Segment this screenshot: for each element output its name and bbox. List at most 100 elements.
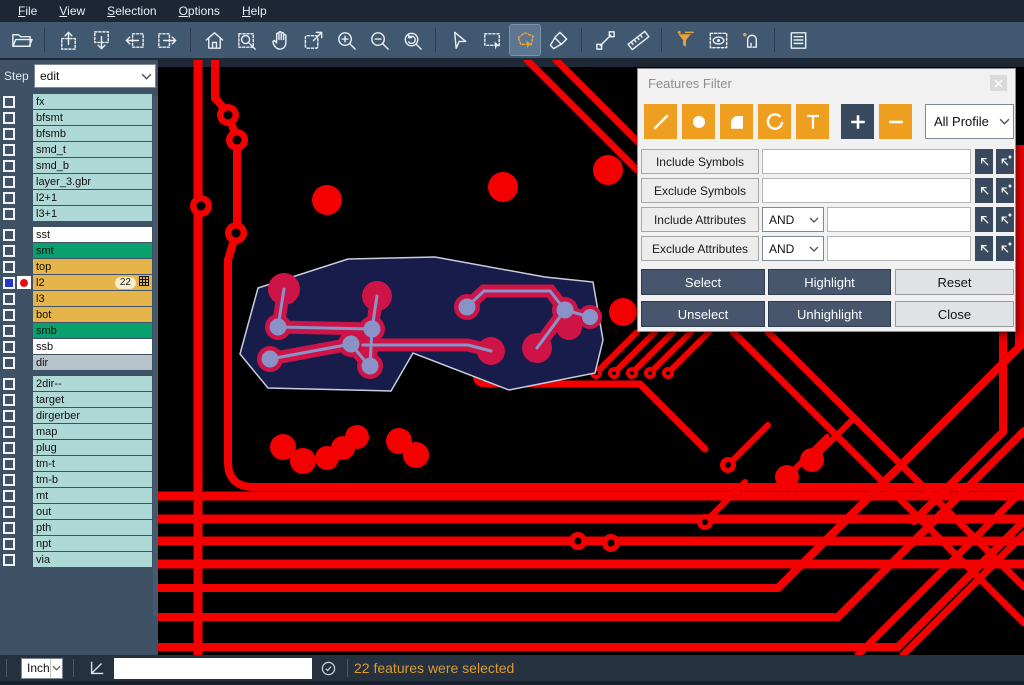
layer-row-l2+1[interactable]: l2+1 xyxy=(0,190,158,205)
view-options-tool-button[interactable] xyxy=(703,25,733,55)
exclude-attributes-input[interactable] xyxy=(827,236,971,261)
layer-name-cell[interactable]: ssb xyxy=(33,339,152,354)
active-layer-slot[interactable] xyxy=(17,207,31,220)
menu-help[interactable]: Help xyxy=(232,2,277,20)
layer-row-pth[interactable]: pth xyxy=(0,520,158,535)
include-attributes-button[interactable]: Include Attributes xyxy=(641,207,759,232)
layer-row-map[interactable]: map xyxy=(0,424,158,439)
layer-name-cell[interactable]: tm-t xyxy=(33,456,152,471)
select-arrow-tool-button[interactable] xyxy=(444,25,474,55)
layer-name-cell[interactable]: dir xyxy=(33,355,152,370)
zoom-fit-tool-button[interactable] xyxy=(298,25,328,55)
layer-name-cell[interactable]: smt xyxy=(33,243,152,258)
zoom-previous-tool-button[interactable] xyxy=(397,25,427,55)
step-select[interactable]: edit xyxy=(34,64,156,88)
layer-row-plug[interactable]: plug xyxy=(0,440,158,455)
include-attributes-and-select[interactable]: AND xyxy=(762,207,824,232)
layer-row-tm-b[interactable]: tm-b xyxy=(0,472,158,487)
exclude-attributes-pick-add-button[interactable] xyxy=(996,236,1014,261)
layer-visibility-checkbox[interactable] xyxy=(3,474,15,486)
layer-name-cell[interactable]: plug xyxy=(33,440,152,455)
layer-row-l3[interactable]: l3 xyxy=(0,291,158,306)
layer-row-top[interactable]: top xyxy=(0,259,158,274)
exclude-attributes-and-select[interactable]: AND xyxy=(762,236,824,261)
layer-visibility-checkbox[interactable] xyxy=(3,490,15,502)
layer-visibility-checkbox[interactable] xyxy=(3,112,15,124)
layer-name-cell[interactable]: bfsmb xyxy=(33,126,152,141)
active-layer-slot[interactable] xyxy=(17,175,31,188)
layer-visibility-checkbox[interactable] xyxy=(3,277,15,289)
layer-visibility-checkbox[interactable] xyxy=(3,554,15,566)
active-layer-slot[interactable] xyxy=(17,409,31,422)
layer-visibility-checkbox[interactable] xyxy=(3,293,15,305)
clear-selection-tool-button[interactable] xyxy=(543,25,573,55)
filter-pad-button[interactable] xyxy=(682,104,715,139)
active-layer-indicator[interactable] xyxy=(17,276,31,289)
active-layer-slot[interactable] xyxy=(17,127,31,140)
active-layer-slot[interactable] xyxy=(17,244,31,257)
active-layer-slot[interactable] xyxy=(17,159,31,172)
layer-row-fx[interactable]: fx xyxy=(0,94,158,109)
layer-name-cell[interactable]: l3+1 xyxy=(33,206,152,221)
layer-row-dir[interactable]: dir xyxy=(0,355,158,370)
layer-row-smt[interactable]: smt xyxy=(0,243,158,258)
zoom-in-tool-button[interactable] xyxy=(331,25,361,55)
layer-visibility-checkbox[interactable] xyxy=(3,192,15,204)
layer-name-cell[interactable]: npt xyxy=(33,536,152,551)
include-symbols-pick-add-button[interactable] xyxy=(996,149,1014,174)
layer-row-mt[interactable]: mt xyxy=(0,488,158,503)
layer-visibility-checkbox[interactable] xyxy=(3,442,15,454)
home-tool-button[interactable] xyxy=(199,25,229,55)
filter-text-button[interactable] xyxy=(796,104,829,139)
menu-selection[interactable]: Selection xyxy=(97,2,166,20)
layer-visibility-checkbox[interactable] xyxy=(3,229,15,241)
layer-visibility-checkbox[interactable] xyxy=(3,160,15,172)
active-layer-slot[interactable] xyxy=(17,425,31,438)
active-layer-slot[interactable] xyxy=(17,228,31,241)
layer-name-cell[interactable]: map xyxy=(33,424,152,439)
layer-row-target[interactable]: target xyxy=(0,392,158,407)
layer-name-cell[interactable]: dirgerber xyxy=(33,408,152,423)
open-folder-tool-button[interactable] xyxy=(6,25,36,55)
active-layer-slot[interactable] xyxy=(17,143,31,156)
active-layer-slot[interactable] xyxy=(17,473,31,486)
layer-visibility-checkbox[interactable] xyxy=(3,410,15,422)
active-layer-slot[interactable] xyxy=(17,457,31,470)
active-layer-slot[interactable] xyxy=(17,553,31,566)
include-symbols-button[interactable]: Include Symbols xyxy=(641,149,759,174)
layer-visibility-checkbox[interactable] xyxy=(3,261,15,273)
exclude-symbols-input[interactable] xyxy=(762,178,971,203)
active-layer-slot[interactable] xyxy=(17,489,31,502)
active-layer-slot[interactable] xyxy=(17,393,31,406)
layer-visibility-checkbox[interactable] xyxy=(3,325,15,337)
include-attributes-pick-add-button[interactable] xyxy=(996,207,1014,232)
layer-visibility-checkbox[interactable] xyxy=(3,357,15,369)
layer-row-2dir--[interactable]: 2dir-- xyxy=(0,376,158,391)
layer-name-cell[interactable]: l2+1 xyxy=(33,190,152,205)
layer-name-cell[interactable]: via xyxy=(33,552,152,567)
pan-right-tool-button[interactable] xyxy=(152,25,182,55)
layer-name-cell[interactable]: out xyxy=(33,504,152,519)
layer-name-cell[interactable]: smd_b xyxy=(33,158,152,173)
layer-name-cell[interactable]: target xyxy=(33,392,152,407)
layer-row-l2[interactable]: l222 xyxy=(0,275,158,290)
layer-row-smb[interactable]: smb xyxy=(0,323,158,338)
highlight-button[interactable]: Highlight xyxy=(768,269,891,295)
active-layer-slot[interactable] xyxy=(17,260,31,273)
pan-hand-tool-button[interactable] xyxy=(265,25,295,55)
layer-row-l3+1[interactable]: l3+1 xyxy=(0,206,158,221)
report-tool-button[interactable] xyxy=(783,25,813,55)
exclude-attributes-button[interactable]: Exclude Attributes xyxy=(641,236,759,261)
active-layer-slot[interactable] xyxy=(17,308,31,321)
snap-tool-button[interactable] xyxy=(736,25,766,55)
layer-name-cell[interactable]: sst xyxy=(33,227,152,242)
layer-row-bfsmb[interactable]: bfsmb xyxy=(0,126,158,141)
layer-visibility-checkbox[interactable] xyxy=(3,426,15,438)
layer-row-npt[interactable]: npt xyxy=(0,536,158,551)
layer-visibility-checkbox[interactable] xyxy=(3,144,15,156)
layer-visibility-checkbox[interactable] xyxy=(3,538,15,550)
filter-negative-button[interactable] xyxy=(879,104,912,139)
layer-row-smd_b[interactable]: smd_b xyxy=(0,158,158,173)
exclude-symbols-pick-add-button[interactable] xyxy=(996,178,1014,203)
refresh-status-icon[interactable] xyxy=(320,660,337,677)
